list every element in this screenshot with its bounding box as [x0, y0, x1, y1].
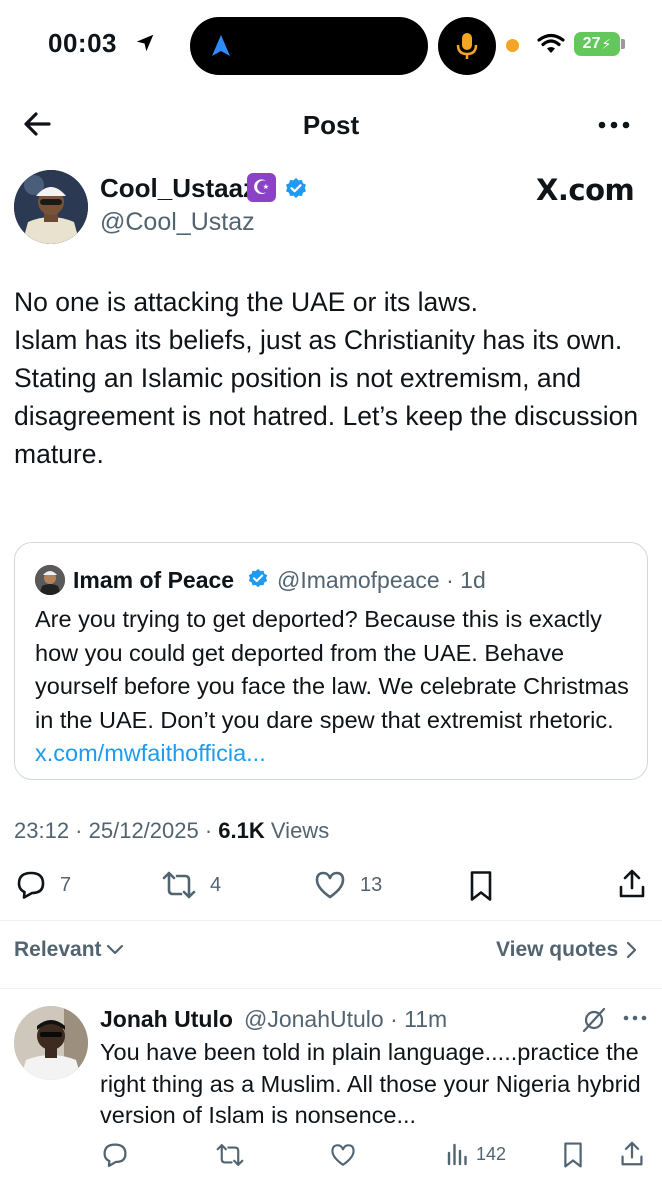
reply-avatar-image [14, 1006, 88, 1080]
post-time: 23:12 [14, 818, 70, 843]
chevron-right-icon [627, 941, 637, 959]
reply-share-icon[interactable] [620, 1140, 644, 1168]
author-handle[interactable]: @Cool_Ustaz [100, 208, 255, 237]
quote-meta: @Imamofpeace · 1d [277, 567, 486, 593]
battery-cap [621, 39, 625, 49]
sort-label: Relevant [14, 938, 102, 961]
view-quotes-link[interactable]: View quotes [496, 938, 640, 962]
location-arrow-icon [136, 34, 154, 52]
heart-icon [315, 871, 345, 899]
quote-avatar-image [35, 565, 65, 595]
quoted-post-card[interactable]: Imam of Peace @Imamofpeace · 1d Are you … [14, 542, 648, 780]
post-text-line: Stating an Islamic position is not extre… [14, 363, 639, 469]
quote-body: Are you trying to get deported? Because … [35, 606, 629, 733]
reply-text: You have been told in plain language....… [100, 1039, 641, 1128]
views-count: 6.1K [218, 818, 265, 843]
sort-replies-dropdown[interactable]: Relevant [14, 938, 125, 962]
reply-more-options-icon[interactable] [622, 1012, 648, 1024]
navigation-arrow-icon [212, 35, 230, 56]
like-button[interactable]: 13 [314, 870, 382, 900]
share-icon[interactable] [618, 868, 646, 900]
post-actions-bar: 7 4 13 [0, 866, 662, 906]
post-text-line: No one is attacking the UAE or its laws. [14, 287, 478, 317]
reply-reply-icon[interactable] [102, 1142, 128, 1168]
quote-author-name: Imam of Peace [73, 567, 235, 593]
post-date: 25/12/2025 [88, 818, 199, 843]
reply-meta: @JonahUtulo · 11m [244, 1006, 448, 1032]
chevron-down-icon [106, 944, 123, 955]
quote-text: Are you trying to get deported? Because … [35, 603, 635, 771]
reply-heart-icon[interactable] [330, 1142, 356, 1168]
crescent-star-badge: ☪ [247, 173, 276, 202]
wifi-icon [537, 33, 565, 53]
battery-indicator: 27 ⚡ [574, 32, 620, 56]
author-name[interactable]: Cool_Ustaaz [100, 173, 256, 204]
views-label[interactable]: Views [271, 818, 329, 843]
reply-author-handle[interactable]: @JonahUtulo [244, 1006, 384, 1032]
status-bar: 00:03 27 ⚡ [0, 0, 662, 92]
quote-age: 1d [460, 567, 486, 593]
reply-repost-icon[interactable] [216, 1142, 244, 1168]
quote-author-avatar [35, 565, 65, 595]
reply-actions-bar: 142 [0, 1140, 662, 1172]
privacy-dot [506, 39, 519, 52]
battery-level: 27 [582, 35, 601, 52]
microphone-indicator [438, 17, 496, 75]
author-avatar-image [14, 170, 88, 244]
reply-views-count: 142 [476, 1143, 507, 1164]
quote-verified-badge-icon [248, 568, 268, 588]
analytics-icon [447, 1143, 467, 1166]
page-title: Post [302, 110, 360, 140]
repost-button[interactable]: 4 [162, 870, 221, 900]
reply-button[interactable]: 7 [16, 870, 71, 900]
like-count: 13 [360, 873, 383, 896]
bookmark-icon[interactable] [468, 870, 494, 902]
divider [0, 920, 662, 921]
status-time: 00:03 [48, 28, 117, 58]
quote-link[interactable]: x.com/mwfaithofficia... [35, 740, 266, 766]
x-com-watermark: X.com [536, 173, 635, 207]
repost-count: 4 [210, 873, 222, 896]
post-text-line: Islam has its beliefs, just as Christian… [14, 325, 623, 355]
microphone-icon [456, 33, 478, 59]
grok-icon[interactable] [580, 1006, 608, 1034]
post-timestamp-views: 23:12 · 25/12/2025 · 6.1K Views [14, 818, 330, 843]
repost-icon [162, 871, 196, 899]
charging-bolt-icon: ⚡ [601, 35, 612, 52]
reply-count: 7 [60, 873, 72, 896]
divider [0, 988, 662, 989]
reply-bookmark-icon[interactable] [562, 1141, 584, 1169]
more-options-icon[interactable] [594, 108, 634, 142]
reply-author-avatar[interactable] [14, 1006, 88, 1080]
quote-author-handle: @Imamofpeace [277, 567, 440, 593]
reply-author-name[interactable]: Jonah Utulo [100, 1006, 233, 1033]
author-avatar[interactable] [14, 170, 88, 244]
post-text: No one is attacking the UAE or its laws.… [14, 283, 644, 473]
reply-views-button[interactable]: 142 [446, 1142, 506, 1166]
reply-age: 11m [404, 1006, 448, 1032]
view-quotes-label: View quotes [496, 938, 619, 961]
reply-icon [17, 871, 45, 899]
verified-badge-icon [286, 178, 306, 198]
